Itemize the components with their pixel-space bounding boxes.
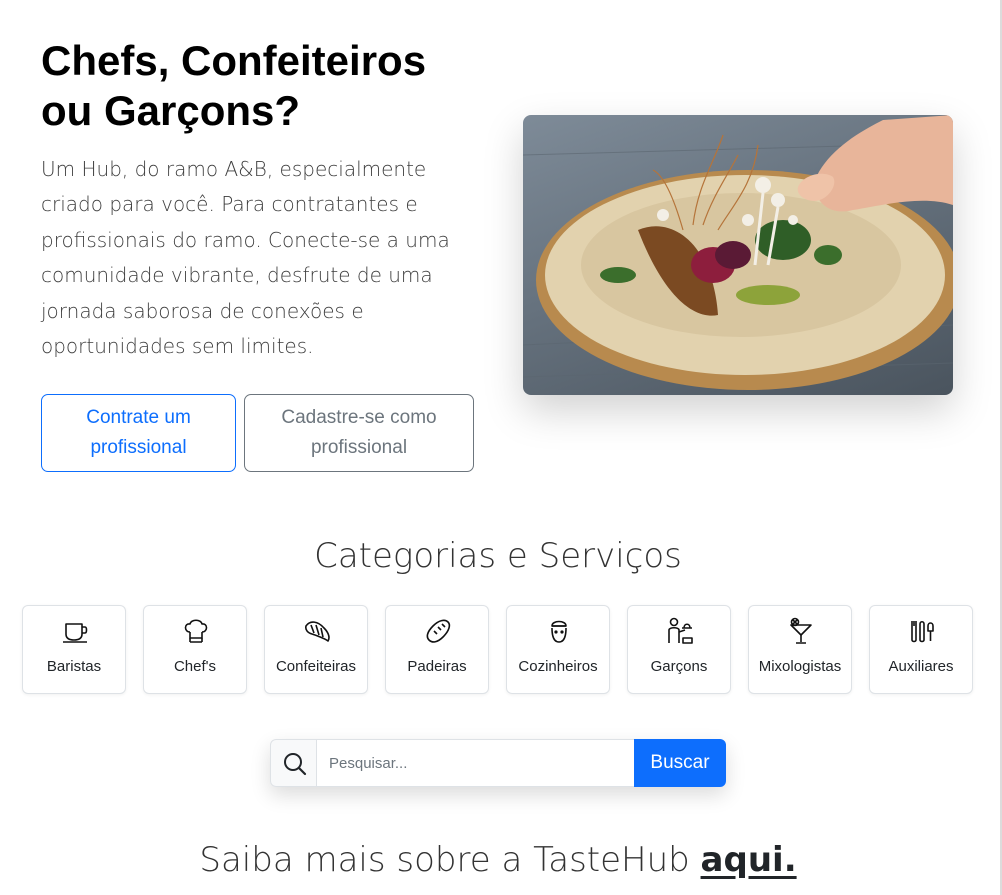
search-bar: Buscar [270,739,726,787]
bread-icon [426,619,451,643]
hire-professional-label: Contrate um profissional [86,407,191,458]
category-label: Garçons [650,658,708,675]
category-label: Cozinheiros [518,658,598,675]
search-button[interactable]: Buscar [634,739,726,787]
category-card-chefs[interactable]: Chef's [143,605,247,694]
about-line: Saiba mais sobre a TasteHub aqui. [0,840,996,880]
categories-title: Categorias e Serviços [314,536,682,576]
category-label: Auxiliares [888,658,954,675]
category-card-confeiteiras[interactable]: Confeiteiras [264,605,368,694]
category-card-baristas[interactable]: Baristas [22,605,126,694]
category-label: Padeiras [407,658,467,675]
category-card-auxiliares[interactable]: Auxiliares [869,605,973,694]
waiter-icon [668,617,693,644]
about-link[interactable]: aqui. [701,840,797,880]
about-text: Saiba mais sobre a TasteHub [199,840,701,880]
register-professional-label: Cadastre-se como profissional [281,407,437,458]
category-card-garcons[interactable]: Garçons [627,605,731,694]
category-label: Mixologistas [758,658,842,675]
croissant-icon [305,621,330,642]
register-professional-button[interactable]: Cadastre-se como profissional [244,394,474,472]
cocktail-icon [790,617,812,644]
hero-title: Chefs, Confeiteiros ou Garçons? [41,37,427,134]
category-label: Confeiteiras [275,658,357,675]
category-label: Baristas [46,658,102,675]
chef-hat-icon [184,619,208,643]
cook-icon [551,620,567,643]
search-input[interactable] [317,739,634,787]
search-icon [284,753,307,776]
category-card-padeiras[interactable]: Padeiras [385,605,489,694]
category-card-cozinheiros[interactable]: Cozinheiros [506,605,610,694]
category-card-mixologistas[interactable]: Mixologistas [748,605,852,694]
hero-dish-image [523,115,953,395]
hire-professional-button[interactable]: Contrate um profissional [41,394,236,472]
helpers-icon [911,620,934,643]
search-icon-box [270,739,317,787]
hero-description: Um Hub, do ramo A&B, especialmente criad… [41,157,450,359]
coffee-cup-icon [63,623,88,643]
category-label: Chef's [173,658,217,675]
